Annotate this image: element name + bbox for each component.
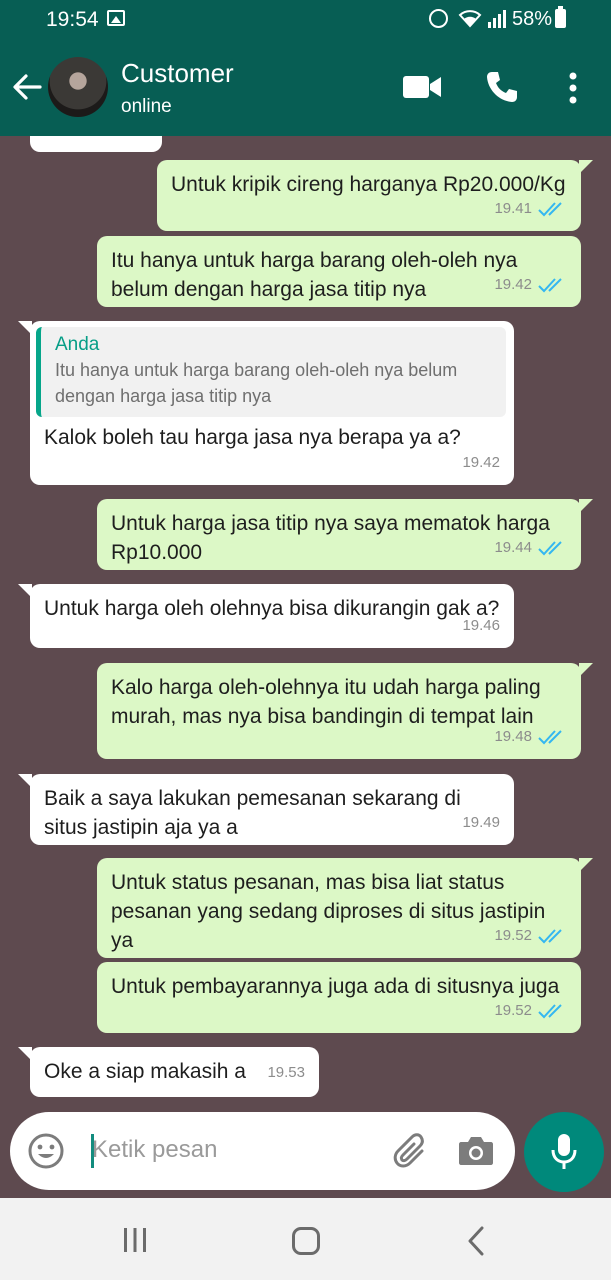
message-input[interactable]: Ketik pesan (92, 1136, 217, 1164)
battery-icon (555, 6, 566, 28)
message-text: Untuk pembayarannya juga ada di situsnya… (111, 975, 560, 998)
read-ticks-icon (538, 928, 562, 943)
message-time: 19.52 (494, 927, 532, 944)
message-time: 19.53 (267, 1064, 305, 1081)
message-bubble-partial (30, 136, 162, 152)
message-time: 19.44 (494, 539, 532, 556)
read-ticks-icon (538, 1003, 562, 1018)
message-text: Untuk harga jasa titip nya saya mematok … (111, 512, 550, 564)
message-text: Kalo harga oleh-olehnya itu udah harga p… (111, 676, 541, 728)
chat-header: Customer online (0, 40, 611, 136)
wifi-icon (458, 10, 482, 28)
message-meta: 19.42 (494, 270, 567, 299)
avatar[interactable] (48, 57, 108, 117)
message-bubble-incoming[interactable]: Anda Itu hanya untuk harga barang oleh-o… (18, 321, 514, 485)
message-bubble-outgoing[interactable]: Kalo harga oleh-olehnya itu udah harga p… (97, 663, 593, 759)
message-bubble-incoming[interactable]: Oke a siap makasih a 19.53 (18, 1047, 319, 1097)
message-meta: 19.53 (267, 1058, 305, 1087)
camera-icon[interactable] (458, 1134, 494, 1166)
message-meta: 19.49 (462, 808, 500, 837)
message-time: 19.46 (462, 617, 500, 634)
message-text: Untuk status pesanan, mas bisa liat stat… (111, 871, 546, 952)
message-bubble-incoming[interactable]: Baik a saya lakukan pemesanan sekarang d… (18, 774, 514, 845)
quoted-text: Itu hanya untuk harga barang oleh-oleh n… (55, 360, 458, 406)
status-bar: 19:54 58% (0, 0, 611, 40)
message-bubble-outgoing[interactable]: Itu hanya untuk harga barang oleh-oleh n… (97, 236, 581, 307)
message-composer: Ketik pesan (10, 1112, 515, 1190)
message-bubble-incoming[interactable]: Untuk harga oleh olehnya bisa dikurangin… (18, 584, 514, 648)
system-navigation-bar (0, 1198, 611, 1280)
message-meta: 19.48 (494, 722, 567, 751)
message-text: Itu hanya untuk harga barang oleh-oleh n… (111, 249, 518, 301)
message-text: Kalok boleh tau harga jasa nya berapa ya… (44, 426, 461, 449)
message-text: Baik a saya lakukan pemesanan sekarang d… (44, 787, 461, 839)
attach-icon[interactable] (392, 1131, 432, 1171)
message-text: Oke a siap makasih a (44, 1060, 246, 1083)
video-call-icon[interactable] (403, 74, 441, 100)
message-meta: 19.44 (494, 533, 567, 562)
message-meta: 19.52 (494, 921, 567, 950)
message-meta: 19.42 (462, 448, 500, 477)
emoji-icon[interactable] (27, 1132, 65, 1170)
read-ticks-icon (538, 729, 562, 744)
battery-percent: 58% (512, 8, 553, 30)
voice-message-button[interactable] (524, 1112, 604, 1192)
read-ticks-icon (538, 540, 562, 555)
gallery-notification-icon (107, 10, 125, 26)
message-bubble-outgoing[interactable]: Untuk kripik cireng harganya Rp20.000/Kg… (157, 160, 593, 231)
signal-icon (488, 10, 506, 28)
quoted-message[interactable]: Anda Itu hanya untuk harga barang oleh-o… (36, 327, 506, 417)
recent-apps-icon[interactable] (121, 1228, 149, 1252)
alarm-icon (429, 9, 448, 28)
chat-area: Untuk kripik cireng harganya Rp20.000/Kg… (0, 136, 611, 1106)
message-time: 19.42 (462, 454, 500, 471)
quoted-sender: Anda (55, 334, 100, 355)
back-nav-icon[interactable] (466, 1226, 486, 1256)
read-ticks-icon (538, 277, 562, 292)
status-time: 19:54 (46, 8, 99, 31)
message-time: 19.52 (494, 1002, 532, 1019)
home-icon[interactable] (292, 1227, 320, 1255)
message-meta: 19.41 (494, 194, 567, 223)
contact-status: online (121, 96, 172, 117)
message-bubble-outgoing[interactable]: Untuk status pesanan, mas bisa liat stat… (97, 858, 593, 958)
phone-call-icon[interactable] (485, 70, 519, 104)
message-bubble-outgoing[interactable]: Untuk harga jasa titip nya saya mematok … (97, 499, 593, 570)
message-time: 19.48 (494, 728, 532, 745)
message-meta: 19.46 (462, 611, 500, 640)
message-text: Untuk harga oleh olehnya bisa dikurangin… (44, 597, 500, 620)
contact-name[interactable]: Customer (121, 58, 234, 89)
message-time: 19.41 (494, 200, 532, 217)
microphone-icon (551, 1134, 577, 1169)
message-time: 19.49 (462, 814, 500, 831)
more-options-icon[interactable] (562, 71, 584, 105)
back-arrow-icon[interactable] (10, 70, 44, 104)
message-time: 19.42 (494, 276, 532, 293)
message-meta: 19.52 (494, 996, 567, 1025)
message-bubble-outgoing[interactable]: Untuk pembayarannya juga ada di situsnya… (97, 962, 581, 1033)
read-ticks-icon (538, 201, 562, 216)
message-text: Untuk kripik cireng harganya Rp20.000/Kg (171, 173, 566, 196)
